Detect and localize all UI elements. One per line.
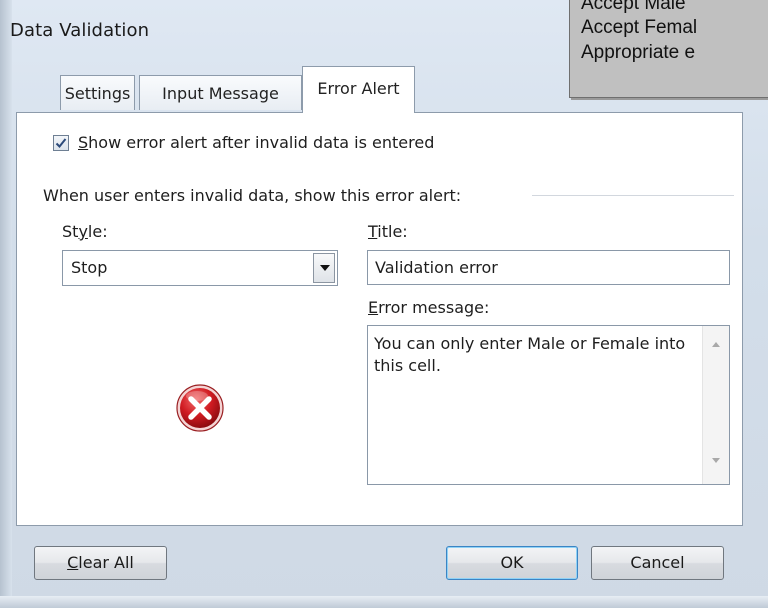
chevron-down-icon [320, 265, 330, 271]
button-label: lear All [78, 553, 134, 572]
tab-input-message[interactable]: Input Message [139, 75, 302, 110]
error-message-label: Error message: [368, 298, 489, 317]
clear-all-button[interactable]: Clear All [34, 546, 167, 580]
mnemonic: E [368, 298, 379, 317]
error-message-textarea[interactable]: You can only enter Male or Female into t… [367, 325, 730, 485]
title-value: Validation error [375, 258, 498, 277]
frame-shadow [0, 596, 768, 608]
tab-error-alert[interactable]: Error Alert [302, 66, 415, 113]
style-label: Style: [62, 222, 108, 241]
tab-settings[interactable]: Settings [60, 75, 135, 110]
scroll-up-icon[interactable] [712, 342, 720, 347]
mnemonic: y [78, 222, 88, 241]
label-text: St [62, 222, 79, 241]
cancel-button[interactable]: Cancel [591, 546, 724, 580]
style-dropdown[interactable]: Stop [62, 250, 338, 286]
checkmark-icon [55, 138, 67, 148]
callout-line: Accept Male [581, 0, 686, 14]
show-error-alert-checkbox[interactable] [53, 135, 69, 151]
callout-line: Appropriate e [581, 42, 696, 63]
stop-error-icon [176, 384, 224, 432]
ok-button[interactable]: OK [446, 546, 578, 580]
title-label: Title: [368, 222, 408, 241]
callout-line: Accept Femal [581, 17, 698, 38]
show-error-alert-label[interactable]: Show error alert after invalid data is e… [78, 133, 434, 152]
dialog-title: Data Validation [10, 20, 150, 41]
mnemonic: S [78, 133, 89, 152]
label-text: rror message: [378, 298, 490, 317]
dropdown-button[interactable] [313, 253, 335, 283]
style-value: Stop [71, 258, 108, 277]
title-input[interactable]: Validation error [367, 250, 730, 285]
error-message-value: You can only enter Male or Female into t… [374, 334, 686, 375]
frame-shadow [0, 0, 12, 608]
mnemonic: T [368, 222, 378, 241]
label-text: how error alert after invalid data is en… [88, 133, 435, 152]
label-text: le: [87, 222, 108, 241]
vertical-scrollbar[interactable] [702, 326, 729, 484]
callout-box: Accept Male Accept Femal Appropriate e [569, 0, 768, 98]
mnemonic: C [67, 553, 79, 572]
divider [532, 195, 734, 197]
section-label: When user enters invalid data, show this… [43, 186, 462, 205]
label-text: itle: [377, 222, 408, 241]
scroll-down-icon[interactable] [712, 458, 720, 463]
